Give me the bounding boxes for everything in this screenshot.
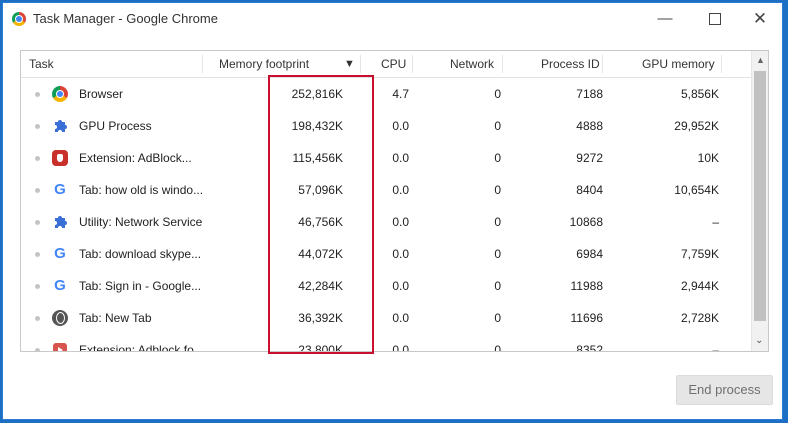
google-g-icon: G (54, 245, 66, 262)
task-name: Tab: how old is windo... (79, 183, 204, 197)
network-value: 0 (494, 279, 501, 293)
table-row[interactable]: Utility: Network Service 46,756K 0.0 0 1… (21, 206, 754, 238)
close-button[interactable]: ✕ (740, 7, 780, 31)
column-header-cpu[interactable]: CPU (381, 51, 406, 77)
status-dot (35, 284, 40, 289)
gpu-value: 10,654K (674, 183, 719, 197)
pid-value: 11696 (570, 311, 603, 325)
network-value: 0 (494, 311, 501, 325)
puzzle-icon (55, 216, 67, 228)
gpu-value: 2,944K (680, 279, 719, 293)
pid-value: 6984 (576, 247, 603, 261)
pid-value: 4888 (576, 119, 603, 133)
maximize-button[interactable] (695, 7, 735, 31)
column-header-pid[interactable]: Process ID (541, 51, 600, 77)
scroll-up-icon[interactable]: ▲ (756, 55, 765, 65)
column-divider[interactable] (602, 55, 603, 73)
column-header-memory[interactable]: Memory footprint (219, 51, 309, 77)
scrollbar-thumb[interactable] (754, 71, 766, 321)
gpu-value: – (712, 215, 719, 229)
task-name: Extension: AdBlock... (79, 151, 192, 165)
adblock-plus-icon (53, 343, 67, 351)
pid-value: 8352 (576, 343, 603, 352)
gpu-value: 5,856K (680, 87, 719, 101)
maximize-icon (709, 13, 721, 26)
table-row[interactable]: Tab: New Tab 36,392K 0.0 0 11696 2,728K (21, 302, 754, 334)
chrome-icon (52, 86, 68, 102)
gpu-value: 2,728K (680, 311, 719, 325)
network-value: 0 (494, 87, 501, 101)
google-g-icon: G (54, 181, 66, 198)
pid-value: 8404 (576, 183, 603, 197)
column-divider[interactable] (202, 55, 203, 73)
network-value: 0 (494, 247, 501, 261)
gpu-value: 10K (697, 151, 719, 165)
task-name: Tab: Sign in - Google... (79, 279, 202, 293)
table-row[interactable]: G Tab: how old is windo... 57,096K 0.0 0… (21, 174, 754, 206)
network-value: 0 (494, 215, 501, 229)
gpu-value: – (712, 343, 719, 352)
column-header-task[interactable]: Task (29, 51, 54, 77)
task-name: Utility: Network Service (79, 215, 203, 229)
network-value: 0 (494, 343, 501, 352)
network-value: 0 (494, 119, 501, 133)
memory-column-highlight (268, 75, 374, 354)
gpu-value: 7,759K (680, 247, 719, 261)
window-title: Task Manager - Google Chrome (33, 11, 218, 26)
table-row[interactable]: GPU Process 198,432K 0.0 0 4888 29,952K (21, 110, 754, 142)
scroll-down-icon[interactable]: ⌄ (755, 335, 763, 346)
table-row[interactable]: G Tab: Sign in - Google... 42,284K 0.0 0… (21, 270, 754, 302)
column-header-gpu[interactable]: GPU memory (642, 51, 715, 77)
status-dot (35, 252, 40, 257)
table-header: Task Memory footprint ▼ CPU Network Proc… (21, 51, 754, 78)
network-value: 0 (494, 183, 501, 197)
status-dot (35, 188, 40, 193)
vertical-scrollbar[interactable]: ▲ ⌄ (751, 51, 768, 351)
table-row[interactable]: Browser 252,816K 4.7 0 7188 5,856K (21, 78, 754, 110)
task-name: Browser (79, 87, 124, 101)
table-row[interactable]: Extension: Adblock fo... 23,800K 0.0 0 8… (21, 334, 754, 352)
column-divider[interactable] (721, 55, 722, 73)
pid-value: 9272 (576, 151, 603, 165)
title-bar: Task Manager - Google Chrome — ✕ (3, 3, 782, 35)
pid-value: 10868 (569, 215, 603, 229)
pid-value: 11988 (570, 279, 603, 293)
column-header-network[interactable]: Network (450, 51, 494, 77)
process-table: Task Memory footprint ▼ CPU Network Proc… (20, 50, 769, 352)
column-divider[interactable] (502, 55, 503, 73)
adblock-icon (52, 150, 68, 166)
status-dot (35, 316, 40, 321)
pid-value: 7188 (576, 87, 603, 101)
minimize-button[interactable]: — (645, 7, 685, 31)
end-process-button[interactable]: End process (676, 375, 773, 405)
task-manager-window: Task Manager - Google Chrome — ✕ Task Me… (2, 2, 783, 420)
status-dot (35, 92, 40, 97)
gpu-value: 29,952K (674, 119, 719, 133)
globe-icon (52, 310, 68, 326)
task-name: Extension: Adblock fo... (79, 343, 204, 352)
google-g-icon: G (54, 277, 66, 294)
status-dot (35, 220, 40, 225)
column-divider[interactable] (412, 55, 413, 73)
puzzle-icon (55, 120, 67, 132)
table-row[interactable]: G Tab: download skype... 44,072K 0.0 0 6… (21, 238, 754, 270)
sort-descending-icon: ▼ (344, 58, 355, 70)
status-dot (35, 348, 40, 351)
table-row[interactable]: Extension: AdBlock... 115,456K 0.0 0 927… (21, 142, 754, 174)
task-name: Tab: download skype... (79, 247, 202, 261)
status-dot (35, 124, 40, 129)
task-name: Tab: New Tab (79, 311, 152, 325)
column-divider[interactable] (360, 55, 361, 73)
network-value: 0 (494, 151, 501, 165)
status-dot (35, 156, 40, 161)
chrome-icon (12, 12, 26, 26)
task-name: GPU Process (79, 119, 152, 133)
